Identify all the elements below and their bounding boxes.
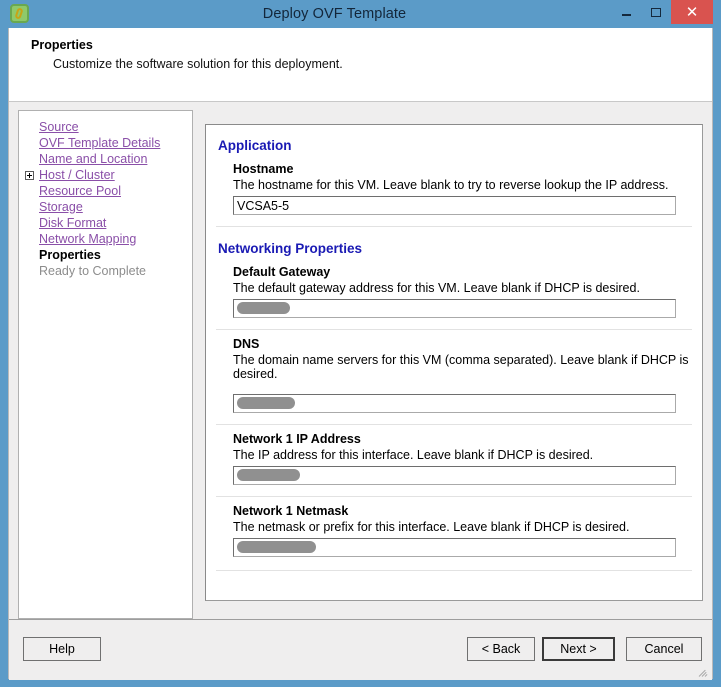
- resize-grip[interactable]: [697, 666, 709, 678]
- field-label: DNS: [233, 337, 260, 351]
- field-input-row: [233, 394, 693, 413]
- field-description: The domain name servers for this VM (com…: [233, 353, 689, 381]
- field-text-input[interactable]: [233, 466, 676, 485]
- field-description: The hostname for this VM. Leave blank to…: [233, 178, 669, 192]
- field-text-input[interactable]: [233, 394, 676, 413]
- field-label: Hostname: [233, 162, 294, 176]
- property-field: DNS The domain name servers for this VM (…: [215, 337, 693, 418]
- field-divider: [216, 496, 692, 497]
- sidebar-item-label: Properties: [39, 248, 101, 262]
- field-label: Network 1 Netmask: [233, 504, 349, 518]
- field-divider: [216, 226, 692, 227]
- dialog-content: Source OVF Template Details Name and Locat…: [9, 102, 712, 619]
- sidebar-item-label: Network Mapping: [39, 232, 137, 246]
- sidebar-item-ready-to-complete: Ready to Complete: [19, 263, 192, 279]
- field-input-row: [233, 538, 693, 557]
- page-title: Properties: [31, 38, 93, 52]
- sidebar-item-label: Name and Location: [39, 152, 148, 166]
- dialog-footer: Help < Back Next > Cancel: [9, 619, 712, 680]
- sidebar-item-network-mapping[interactable]: Network Mapping: [19, 231, 192, 247]
- sidebar-item-disk-format[interactable]: Disk Format: [19, 215, 192, 231]
- field-input-row: [233, 466, 693, 485]
- field-divider: [216, 329, 692, 330]
- sidebar-item-source[interactable]: Source: [19, 119, 192, 135]
- field-description: The netmask or prefix for this interface…: [233, 520, 630, 534]
- window-controls: ✕: [611, 0, 713, 24]
- window-titlebar[interactable]: Deploy OVF Template ✕: [8, 0, 713, 28]
- close-icon[interactable]: ✕: [671, 0, 713, 24]
- sidebar-item-label: Resource Pool: [39, 184, 121, 198]
- sidebar-item-label: Disk Format: [39, 216, 107, 230]
- property-field: Network 1 Netmask The netmask or prefix f…: [215, 504, 693, 562]
- expand-plus-icon[interactable]: [25, 170, 34, 180]
- field-label: Default Gateway: [233, 265, 331, 279]
- property-field: Network 1 IP Address The IP address for t…: [215, 432, 693, 490]
- property-field: Hostname The hostname for this VM. Leave …: [215, 162, 693, 220]
- sidebar-item-host-cluster[interactable]: Host / Cluster: [19, 167, 192, 183]
- field-input-row: [233, 299, 693, 318]
- page-subtitle: Customize the software solution for this…: [53, 57, 343, 71]
- sidebar-item-storage[interactable]: Storage: [19, 199, 192, 215]
- ovf-template-icon: [10, 4, 29, 23]
- field-divider: [216, 570, 692, 571]
- main-panel-wrap: Application Hostname The hostname for this…: [193, 110, 703, 619]
- sidebar-item-label: Storage: [39, 200, 83, 214]
- sidebar-item-ovf-template-details[interactable]: OVF Template Details: [19, 135, 192, 151]
- sidebar-item-properties: Properties: [19, 247, 192, 263]
- sidebar-item-name-and-location[interactable]: Name and Location: [19, 151, 192, 167]
- back-button[interactable]: < Back: [467, 637, 535, 661]
- field-text-input[interactable]: [233, 196, 676, 215]
- field-label: Network 1 IP Address: [233, 432, 361, 446]
- sidebar-item-label: Host / Cluster: [39, 168, 115, 182]
- sidebar-item-label: Source: [39, 120, 79, 134]
- field-divider: [216, 424, 692, 425]
- minimize-icon[interactable]: [611, 0, 641, 24]
- window-title: Deploy OVF Template: [262, 6, 407, 22]
- dialog-header: Properties Customize the software soluti…: [9, 28, 712, 102]
- field-text-input[interactable]: [233, 299, 676, 318]
- field-description: The IP address for this interface. Leave…: [233, 448, 594, 462]
- dialog-body: Properties Customize the software soluti…: [8, 28, 713, 680]
- sidebar-item-label: OVF Template Details: [39, 136, 161, 150]
- sidebar-item-label: Ready to Complete: [39, 264, 147, 278]
- field-text-input[interactable]: [233, 538, 676, 557]
- properties-panel: Application Hostname The hostname for this…: [205, 124, 703, 601]
- sidebar-item-resource-pool[interactable]: Resource Pool: [19, 183, 192, 199]
- property-field: Default Gateway The default gateway addre…: [215, 265, 693, 323]
- deploy-ovf-template-window: Deploy OVF Template ✕ Properties Customi…: [0, 0, 721, 687]
- field-description: The default gateway address for this VM.…: [233, 281, 640, 295]
- help-button[interactable]: Help: [23, 637, 101, 661]
- cancel-button[interactable]: Cancel: [626, 637, 702, 661]
- section-heading: Application: [218, 138, 292, 153]
- section-heading: Networking Properties: [218, 241, 363, 256]
- next-button[interactable]: Next >: [542, 637, 615, 661]
- maximize-icon[interactable]: [641, 0, 671, 24]
- wizard-steps-sidebar: Source OVF Template Details Name and Locat…: [18, 110, 193, 619]
- field-input-row: [233, 196, 693, 215]
